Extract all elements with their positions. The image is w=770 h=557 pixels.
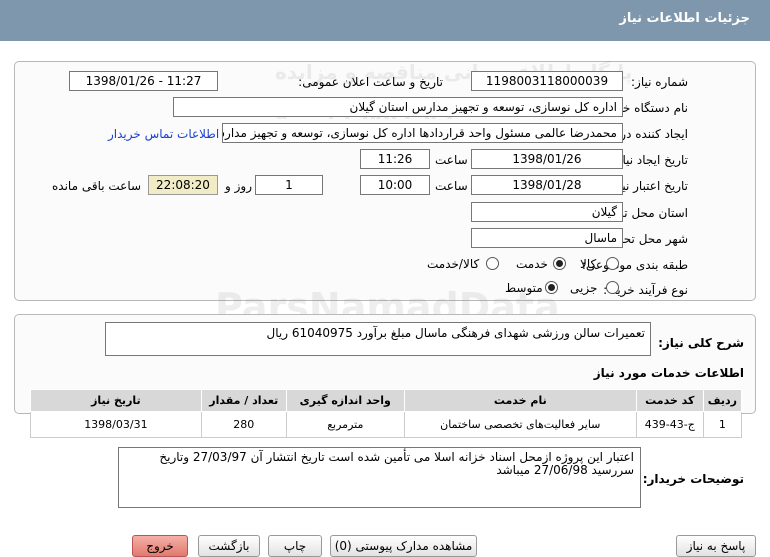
creator-field: محمدرضا عالمی مسئول واحد قراردادها اداره…: [222, 123, 623, 143]
create-time-field: 11:26: [360, 149, 430, 169]
province-field: گیلان: [471, 202, 623, 222]
page-title: جزئیات اطلاعات نیاز: [0, 0, 770, 41]
need-number-label: شماره نیاز:: [631, 75, 688, 89]
general-description-field: تعمیرات سالن ورزشی شهدای فرهنگی ماسال مب…: [105, 322, 651, 356]
cell-quantity: 280: [200, 411, 287, 438]
validity-time-field: 10:00: [360, 175, 430, 195]
cell-service-code: ج-43-439: [635, 411, 704, 438]
back-button[interactable]: بازگشت: [198, 535, 260, 557]
services-header-row: ردیف کد خدمت نام خدمت واحد اندازه گیری ت…: [30, 389, 743, 412]
cell-unit: مترمربع: [285, 411, 405, 438]
services-section-title: اطلاعات خدمات مورد نیاز: [593, 366, 744, 380]
print-button[interactable]: چاپ: [268, 535, 322, 557]
buyer-notes-field: اعتبار این پروژه ازمحل اسناد خزانه اسلا …: [118, 447, 641, 508]
general-description-label: شرح کلی نیاز:: [658, 336, 744, 350]
purchase-radio-medium[interactable]: [545, 281, 558, 294]
col-need-date: تاریخ نیاز: [30, 389, 202, 412]
cell-row: 1: [702, 411, 743, 438]
category-radio-service[interactable]: [553, 257, 566, 270]
col-row: ردیف: [702, 389, 743, 412]
exit-button[interactable]: خروج: [132, 535, 188, 557]
buyer-contact-link[interactable]: اطلاعات تماس خریدار: [108, 127, 219, 141]
validity-date-field: 1398/01/28: [471, 175, 623, 195]
category-option-both: کالا/خدمت: [427, 257, 480, 271]
attachments-button[interactable]: مشاهده مدارک پیوستی (0): [330, 535, 477, 557]
table-row: 1 ج-43-439 سایر فعالیت‌های تخصصی ساختمان…: [30, 411, 743, 438]
create-time-label: ساعت: [435, 153, 468, 167]
buyer-notes-label: توضیحات خریدار:: [642, 472, 744, 486]
remaining-time-field: 22:08:20: [148, 175, 218, 195]
col-unit: واحد اندازه گیری: [285, 389, 405, 412]
reply-button[interactable]: پاسخ به نیاز: [676, 535, 756, 557]
category-radio-both[interactable]: [486, 257, 499, 270]
buyer-field: اداره کل نوسازی، توسعه و تجهیز مدارس است…: [173, 97, 623, 117]
create-date-field: 1398/01/26: [471, 149, 623, 169]
category-option-goods: کالا: [580, 257, 597, 271]
services-table: ردیف کد خدمت نام خدمت واحد اندازه گیری ت…: [30, 389, 743, 438]
cell-service-name: سایر فعالیت‌های تخصصی ساختمان: [403, 411, 637, 438]
need-number-field: 1198003118000039: [471, 71, 623, 91]
cell-need-date: 1398/03/31: [30, 411, 202, 438]
announce-datetime-label: تاریخ و ساعت اعلان عمومی:: [298, 75, 443, 89]
col-service-code: کد خدمت: [635, 389, 704, 412]
purchase-option-minor: جزیی: [570, 281, 598, 295]
col-service-name: نام خدمت: [403, 389, 637, 412]
category-label: طبقه بندی موضوعی:: [581, 258, 688, 272]
category-radio-goods[interactable]: [606, 257, 619, 270]
remaining-time-label: ساعت باقی مانده: [52, 179, 142, 193]
city-field: ماسال: [471, 228, 623, 248]
col-quantity: تعداد / مقدار: [200, 389, 287, 412]
create-date-label: تاریخ ایجاد نیاز:: [612, 153, 688, 167]
validity-time-label: ساعت: [435, 179, 468, 193]
remaining-days-field: 1: [255, 175, 323, 195]
remaining-days-label: روز و: [225, 179, 252, 193]
category-option-service: خدمت: [516, 257, 548, 271]
announce-datetime-field: 1398/01/26 - 11:27: [69, 71, 218, 91]
purchase-option-medium: متوسط: [505, 281, 543, 295]
purchase-radio-minor[interactable]: [606, 281, 619, 294]
